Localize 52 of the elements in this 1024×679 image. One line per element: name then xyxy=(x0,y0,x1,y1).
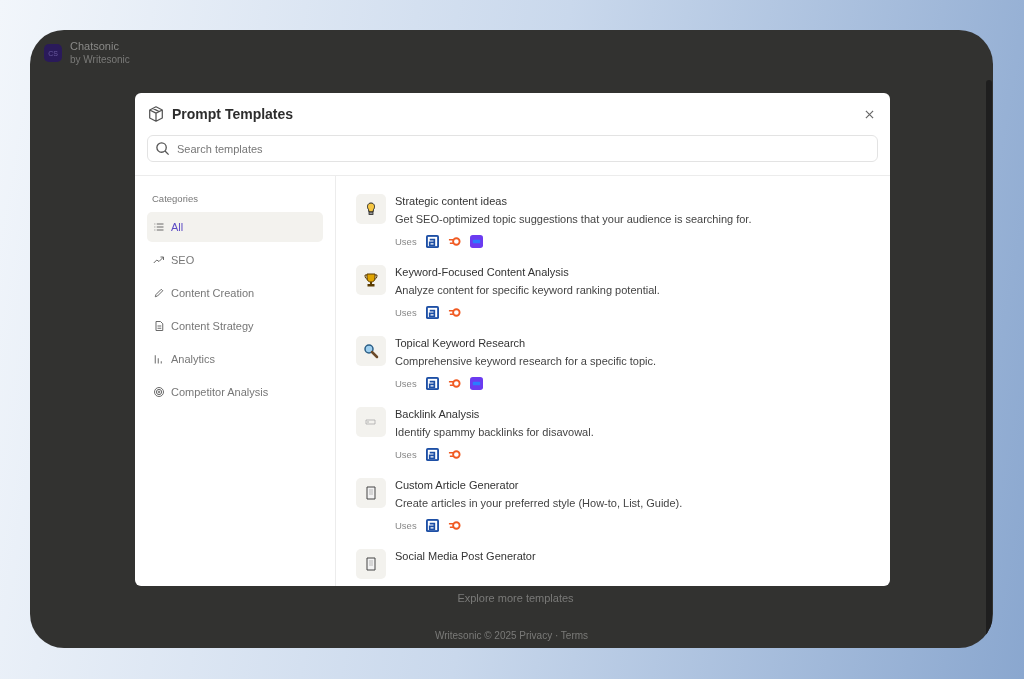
swirl-icon xyxy=(447,377,461,390)
template-description: Get SEO-optimized topic suggestions that your audience is searching for. xyxy=(395,212,752,226)
letter-a-icon xyxy=(425,306,439,319)
category-item[interactable]: Competitor Analysis xyxy=(147,377,323,407)
template-description: Create articles in your preferred style (How-to, List, Guide). xyxy=(395,496,683,510)
template-description: Comprehensive keyword research for a specific topic. xyxy=(395,354,657,368)
bar-chart-icon xyxy=(153,353,165,365)
document-icon xyxy=(153,320,165,332)
swirl-icon xyxy=(447,235,461,248)
page-icon xyxy=(363,556,379,572)
trend-icon xyxy=(153,254,165,266)
target-icon xyxy=(153,386,165,398)
template-description: Identify spammy backlinks for disavowal. xyxy=(395,425,594,439)
uses-label: Uses xyxy=(395,236,417,247)
template-title[interactable]: Strategic content ideas xyxy=(395,194,752,208)
page-icon xyxy=(363,485,379,501)
app-name: Chatsonic xyxy=(70,40,120,53)
uses-label: Uses xyxy=(395,307,417,318)
category-item[interactable]: Analytics xyxy=(147,344,323,374)
category-item[interactable]: All xyxy=(147,212,323,242)
swirl-icon xyxy=(447,519,461,532)
template-title[interactable]: Keyword-Focused Content Analysis xyxy=(395,265,660,279)
template-title[interactable]: Topical Keyword Research xyxy=(395,336,657,350)
trophy-icon xyxy=(363,272,379,288)
letter-a-icon xyxy=(425,377,439,390)
category-item[interactable]: Content Creation xyxy=(147,278,323,308)
swirl-icon xyxy=(447,448,461,461)
app-byline: by Writesonic xyxy=(70,53,130,66)
pencil-icon xyxy=(153,287,165,299)
app-square-icon xyxy=(469,377,483,390)
dialog-title: Prompt Templates xyxy=(172,106,295,122)
uses-label: Uses xyxy=(395,449,417,460)
template-title[interactable]: Custom Article Generator xyxy=(395,478,683,492)
cube-icon xyxy=(147,105,165,123)
explore-link[interactable]: Explore more templates xyxy=(457,592,574,604)
template-title[interactable]: Social Media Post Generator xyxy=(395,549,536,563)
letter-a-icon xyxy=(425,235,439,248)
search-field[interactable]: Search templates xyxy=(147,135,878,162)
category-item[interactable]: Content Strategy xyxy=(147,311,323,341)
app-square-icon xyxy=(469,235,483,248)
swirl-icon xyxy=(447,306,461,319)
section-heading: Categories xyxy=(151,193,199,204)
uses-label: Uses xyxy=(395,378,417,389)
letter-a-icon xyxy=(425,519,439,532)
template-title[interactable]: Backlink Analysis xyxy=(395,407,594,421)
uses-label: Uses xyxy=(395,520,417,531)
search-icon xyxy=(155,141,170,156)
template-description: Analyze content for specific keyword ranking potential. xyxy=(395,283,660,297)
magnifier-icon xyxy=(363,343,379,359)
footer-text: Writesonic © 2025 Privacy · Terms xyxy=(434,630,589,641)
letter-a-icon xyxy=(425,448,439,461)
category-item[interactable]: SEO xyxy=(147,245,323,275)
